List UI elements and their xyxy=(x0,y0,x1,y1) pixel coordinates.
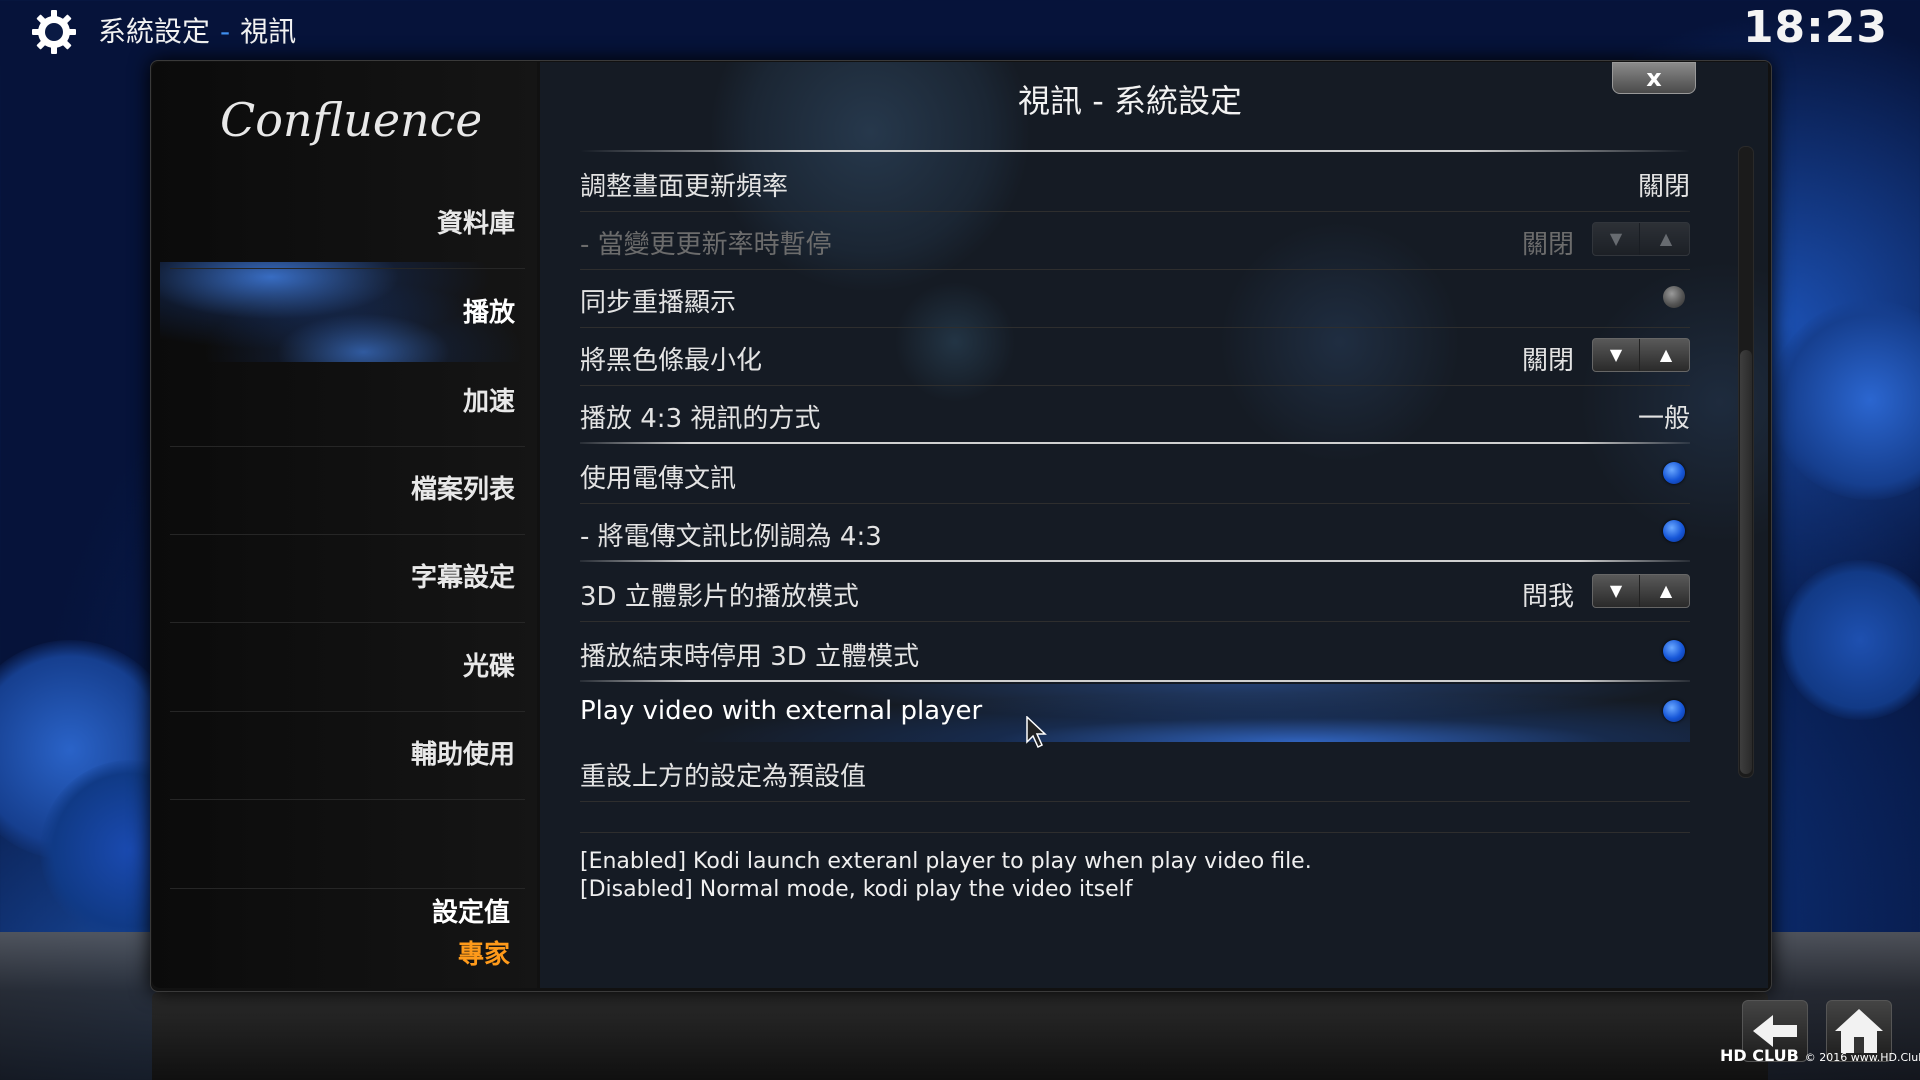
setting-label: 重設上方的設定為預設值 xyxy=(580,762,867,792)
title-divider xyxy=(580,150,1690,152)
logo-text: Confluence xyxy=(220,93,480,147)
setting-label: 3D 立體影片的播放模式 xyxy=(580,582,859,612)
confluence-logo: Confluence xyxy=(220,93,480,147)
chevron-down-icon[interactable]: ▼ xyxy=(1593,223,1640,255)
setting-row-teletext-4-3[interactable]: - 將電傳文訊比例調為 4:3 xyxy=(580,504,1690,562)
settings-level-label[interactable]: 設定值 xyxy=(160,892,510,929)
description-line: [Enabled] Kodi launch exteranl player to… xyxy=(580,849,1312,874)
setting-value: 關閉 xyxy=(1521,230,1574,260)
setting-row-use-teletext[interactable]: 使用電傳文訊 xyxy=(580,446,1690,504)
sidebar-item-subtitles[interactable]: 字幕設定 xyxy=(160,534,515,622)
setting-label: 播放 4:3 視訊的方式 xyxy=(580,404,821,434)
watermark: HD CLUB © 2016 www.HD.Club.tw xyxy=(1720,1046,1920,1065)
sidebar-item-label: 資料庫 xyxy=(436,209,515,239)
sidebar-divider xyxy=(170,888,525,889)
setting-row-sync-playback[interactable]: 同步重播顯示 xyxy=(580,270,1690,328)
description-divider xyxy=(580,832,1690,833)
row-divider xyxy=(580,801,1690,802)
setting-value: 一般 xyxy=(1637,404,1690,434)
radio-toggle-on[interactable] xyxy=(1663,700,1685,722)
close-button[interactable]: x xyxy=(1612,62,1696,94)
row-divider xyxy=(580,621,1690,622)
radio-toggle-off[interactable] xyxy=(1663,286,1685,308)
setting-value: 關閉 xyxy=(1521,346,1574,376)
background-bokeh xyxy=(1780,560,1920,720)
value-spinner[interactable]: ▼ ▲ xyxy=(1592,338,1690,372)
setting-row-external-player[interactable]: Play video with external player xyxy=(580,684,1690,742)
sidebar-item-label: 加速 xyxy=(462,387,515,417)
sidebar-item-label: 光碟 xyxy=(462,652,515,682)
setting-row-reset-defaults[interactable]: 重設上方的設定為預設值 xyxy=(580,744,1690,802)
radio-toggle-on[interactable] xyxy=(1663,640,1685,662)
breadcrumb-page: 視訊 xyxy=(240,15,297,48)
setting-row-adjust-refresh-rate[interactable]: 調整畫面更新頻率 關閉 xyxy=(580,154,1690,212)
setting-label: - 將電傳文訊比例調為 4:3 xyxy=(580,522,882,552)
setting-row-3d-playback-mode[interactable]: 3D 立體影片的播放模式 問我 ▼ ▲ xyxy=(580,564,1690,622)
setting-row-disable-3d-on-end[interactable]: 播放結束時停用 3D 立體模式 xyxy=(580,624,1690,682)
setting-label: 調整畫面更新頻率 xyxy=(580,172,789,202)
group-divider xyxy=(580,560,1690,562)
mouse-cursor-icon xyxy=(1026,716,1047,749)
radio-toggle-on[interactable] xyxy=(1663,462,1685,484)
sidebar-item-label: 輔助使用 xyxy=(410,740,515,770)
sidebar-item-library[interactable]: 資料庫 xyxy=(160,180,515,268)
watermark-brand: HD CLUB xyxy=(1720,1046,1799,1065)
setting-label: Play video with external player xyxy=(580,696,983,726)
settings-level-value[interactable]: 專家 xyxy=(160,934,510,971)
setting-label: 將黑色條最小化 xyxy=(580,346,763,376)
background-bokeh xyxy=(1770,300,1920,500)
value-spinner[interactable]: ▼ ▲ xyxy=(1592,574,1690,608)
group-divider xyxy=(580,442,1690,444)
value-spinner[interactable]: ▼ ▲ xyxy=(1592,222,1690,256)
sidebar-item-accessibility[interactable]: 輔助使用 xyxy=(160,711,515,799)
chevron-up-icon[interactable]: ▲ xyxy=(1643,223,1689,255)
setting-value: 問我 xyxy=(1521,582,1574,612)
radio-toggle-on[interactable] xyxy=(1663,520,1685,542)
description-line: [Disabled] Normal mode, kodi play the vi… xyxy=(580,877,1133,902)
setting-value: 關閉 xyxy=(1637,172,1690,202)
gear-icon xyxy=(32,10,76,54)
setting-label: 播放結束時停用 3D 立體模式 xyxy=(580,642,920,672)
setting-label: - 當變更更新率時暫停 xyxy=(580,230,832,260)
chevron-up-icon[interactable]: ▲ xyxy=(1643,339,1689,371)
sidebar-item-label: 檔案列表 xyxy=(410,475,515,505)
sidebar-item-playback[interactable]: 播放 xyxy=(160,269,515,357)
setting-label: 同步重播顯示 xyxy=(580,288,737,318)
sidebar-divider xyxy=(170,799,525,800)
breadcrumb-separator: - xyxy=(220,15,231,48)
page-title: 視訊 - 系統設定 xyxy=(1018,82,1242,120)
setting-row-minimize-black-bars[interactable]: 將黑色條最小化 關閉 ▼ ▲ xyxy=(580,328,1690,386)
sidebar-item-label: 播放 xyxy=(462,298,515,328)
watermark-text: © 2016 www.HD.Club.tw xyxy=(1804,1051,1920,1064)
breadcrumb: 系統設定 - 視訊 xyxy=(98,10,296,50)
top-bar: 系統設定 - 視訊 18:23 xyxy=(0,0,1920,60)
scrollbar-thumb[interactable] xyxy=(1740,350,1752,774)
setting-row-pause-on-refresh-change[interactable]: - 當變更更新率時暫停 關閉 ▼ ▲ xyxy=(580,212,1690,270)
bottom-panel xyxy=(152,992,1768,1080)
chevron-down-icon[interactable]: ▼ xyxy=(1593,339,1640,371)
setting-description: [Enabled] Kodi launch exteranl player to… xyxy=(580,848,1312,904)
chevron-up-icon[interactable]: ▲ xyxy=(1643,575,1689,607)
setting-row-4-3-display-mode[interactable]: 播放 4:3 視訊的方式 一般 xyxy=(580,386,1690,444)
group-divider xyxy=(580,680,1690,682)
chevron-down-icon[interactable]: ▼ xyxy=(1593,575,1640,607)
sidebar-item-acceleration[interactable]: 加速 xyxy=(160,358,515,446)
setting-label: 使用電傳文訊 xyxy=(580,464,737,494)
clock: 18:23 xyxy=(1742,2,1888,53)
sidebar-item-file-list[interactable]: 檔案列表 xyxy=(160,446,515,534)
close-icon: x xyxy=(1646,64,1662,92)
sidebar-item-disc[interactable]: 光碟 xyxy=(160,623,515,711)
breadcrumb-section: 系統設定 xyxy=(98,15,211,48)
sidebar-item-label: 字幕設定 xyxy=(410,563,515,593)
